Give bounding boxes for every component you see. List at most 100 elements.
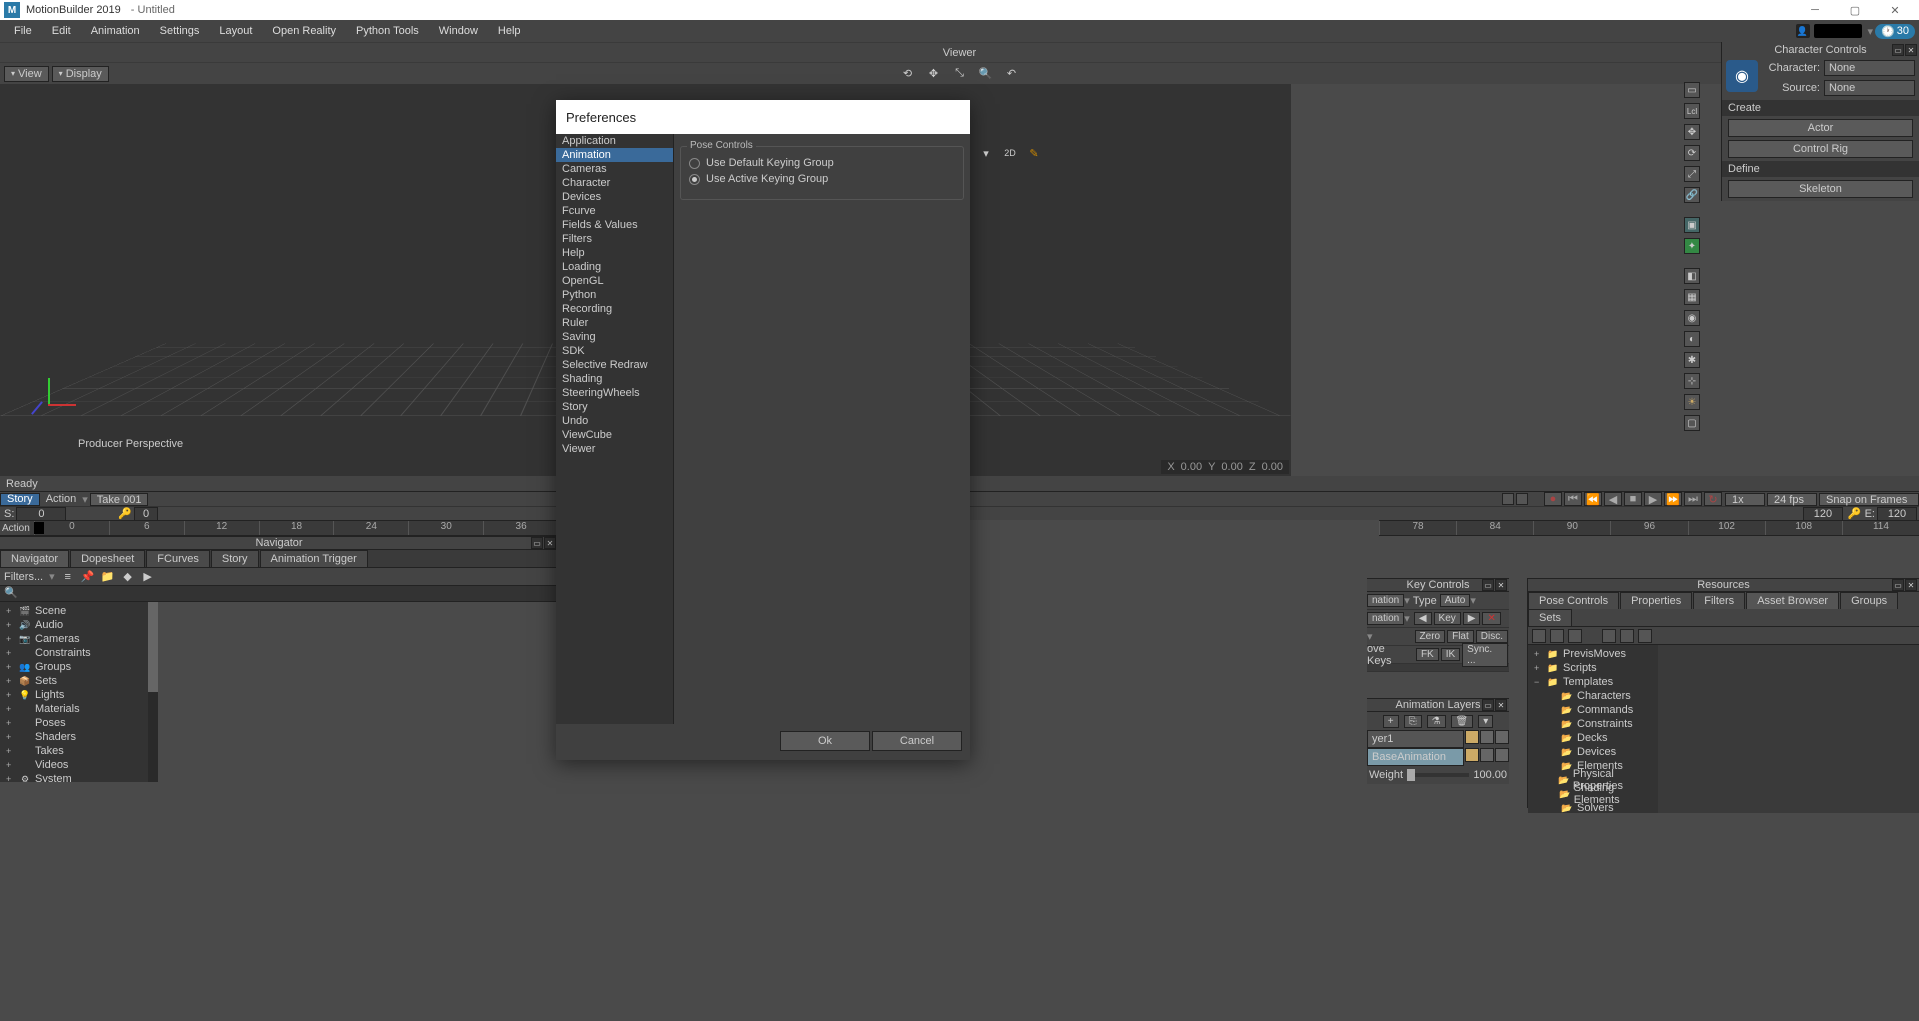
menu-animation[interactable]: Animation [81, 23, 150, 39]
asset-item-scripts[interactable]: +📁Scripts [1528, 661, 1658, 675]
star-icon[interactable]: ✱ [1684, 352, 1700, 368]
current-frame-field[interactable]: 0 [134, 507, 158, 521]
close-button[interactable]: ✕ [1875, 0, 1915, 20]
tree-item-poses[interactable]: +Poses [0, 716, 148, 730]
scrollbar[interactable] [148, 602, 158, 782]
del-key-button[interactable]: ✕ [1482, 612, 1500, 625]
layer-solo-icon[interactable] [1465, 748, 1479, 762]
tab-filters[interactable]: Filters [1693, 592, 1745, 609]
panel-dock-icon[interactable]: ▭ [1892, 44, 1904, 56]
menu-python-tools[interactable]: Python Tools [346, 23, 429, 39]
pan-icon[interactable]: ✥ [925, 65, 943, 83]
brush-icon[interactable]: ✎ [1025, 144, 1043, 162]
tab-properties[interactable]: Properties [1620, 592, 1692, 609]
source-dropdown[interactable]: None [1824, 80, 1915, 96]
menu-settings[interactable]: Settings [150, 23, 210, 39]
wireframe-icon[interactable]: ▦ [1684, 289, 1700, 305]
pref-cat-ruler[interactable]: Ruler [556, 316, 673, 330]
tab-asset-browser[interactable]: Asset Browser [1746, 592, 1839, 609]
layer1-row[interactable]: yer1 [1367, 730, 1464, 748]
skeleton-button[interactable]: Skeleton [1728, 180, 1913, 198]
timeline-layout2-icon[interactable] [1516, 493, 1528, 505]
start-frame-field[interactable]: 0 [16, 507, 66, 521]
tab-dopesheet[interactable]: Dopesheet [70, 550, 145, 567]
list-view-icon[interactable]: ≡ [61, 570, 75, 584]
timeline-layout1-icon[interactable] [1502, 493, 1514, 505]
tree-item-system[interactable]: +⚙System [0, 772, 148, 782]
stop-button[interactable]: ■ [1624, 492, 1642, 506]
pref-cat-shading[interactable]: Shading [556, 372, 673, 386]
actor-button[interactable]: Actor [1728, 119, 1913, 137]
pref-cat-animation[interactable]: Animation [556, 148, 673, 162]
view-small-icon[interactable] [1620, 629, 1634, 643]
select-tool-icon[interactable]: ▭ [1684, 82, 1700, 98]
tree-item-groups[interactable]: +👥Groups [0, 660, 148, 674]
disc-button[interactable]: Disc. [1476, 630, 1508, 643]
cancel-button[interactable]: Cancel [872, 731, 962, 751]
go-end-button[interactable]: ⏭ [1684, 492, 1702, 506]
flat-button[interactable]: Flat [1447, 630, 1474, 643]
merge-layer-icon[interactable]: ⚗ [1427, 715, 1446, 728]
add-layer-icon[interactable]: + [1383, 715, 1399, 728]
snap-config-icon[interactable]: ▾ [977, 144, 995, 162]
pref-cat-selective-redraw[interactable]: Selective Redraw [556, 358, 673, 372]
tree-item-takes[interactable]: +Takes [0, 744, 148, 758]
pref-cat-python[interactable]: Python [556, 288, 673, 302]
nav-left-icon[interactable]: ◆ [121, 570, 135, 584]
pref-cat-character[interactable]: Character [556, 176, 673, 190]
lcl-tool-icon[interactable]: Lcl [1684, 103, 1700, 119]
tab-fcurves[interactable]: FCurves [146, 550, 210, 567]
asset-item-prevismoves[interactable]: +📁PrevisMoves [1528, 647, 1658, 661]
dup-layer-icon[interactable]: ⎘ [1404, 715, 1422, 728]
pref-cat-saving[interactable]: Saving [556, 330, 673, 344]
fk-button[interactable]: FK [1416, 648, 1439, 661]
menu-edit[interactable]: Edit [42, 23, 81, 39]
asset-item-devices[interactable]: 📂Devices [1528, 745, 1658, 759]
pin-icon[interactable]: 📌 [81, 570, 95, 584]
pref-cat-fields-values[interactable]: Fields & Values [556, 218, 673, 232]
panel-close-icon[interactable]: ✕ [1495, 699, 1507, 711]
character-tool-icon[interactable]: ✦ [1684, 238, 1700, 254]
speed-dropdown[interactable]: 1x [1725, 493, 1765, 506]
panel-close-icon[interactable]: ✕ [1495, 579, 1507, 591]
go-start-button[interactable]: ⏮ [1564, 492, 1582, 506]
zero-button[interactable]: Zero [1415, 630, 1446, 643]
pref-cat-help[interactable]: Help [556, 246, 673, 260]
pref-cat-story[interactable]: Story [556, 400, 673, 414]
panel-dock-icon[interactable]: ▭ [1482, 699, 1494, 711]
menu-open-reality[interactable]: Open Reality [262, 23, 346, 39]
tree-item-audio[interactable]: +🔊Audio [0, 618, 148, 632]
maximize-button[interactable]: ▢ [1835, 0, 1875, 20]
action-tab[interactable]: Action [40, 493, 83, 505]
pref-cat-steeringwheels[interactable]: SteeringWheels [556, 386, 673, 400]
user-icon[interactable]: 👤 [1796, 24, 1810, 38]
play-button[interactable]: ▶ [1644, 492, 1662, 506]
play-back-button[interactable]: ◀ [1604, 492, 1622, 506]
filters-button[interactable]: Filters... [4, 571, 43, 583]
scene-tree[interactable]: +🎬Scene+🔊Audio+📷Cameras+Constraints+👥Gro… [0, 602, 148, 782]
pref-cat-fcurve[interactable]: Fcurve [556, 204, 673, 218]
panel-dock-icon[interactable]: ▭ [1482, 579, 1494, 591]
panel-close-icon[interactable]: ✕ [1905, 579, 1917, 591]
move-tool-icon[interactable]: ✥ [1684, 124, 1700, 140]
ik-button[interactable]: IK [1441, 648, 1460, 661]
panel-dock-icon[interactable]: ▭ [531, 537, 543, 549]
orbit-icon[interactable]: ⟲ [899, 65, 917, 83]
take-dropdown[interactable]: Take 001 [90, 493, 149, 506]
preferences-category-list[interactable]: ApplicationAnimationCamerasCharacterDevi… [556, 134, 674, 724]
asset-item-constraints[interactable]: 📂Constraints [1528, 717, 1658, 731]
type-dropdown[interactable]: Auto [1440, 594, 1471, 607]
asset-item-templates[interactable]: −📁Templates [1528, 675, 1658, 689]
layer-mute-icon[interactable] [1480, 730, 1494, 744]
xray-icon[interactable]: ◉ [1684, 310, 1700, 326]
view-tree-icon[interactable] [1532, 629, 1546, 643]
ok-button[interactable]: Ok [780, 731, 870, 751]
snap-dropdown[interactable]: Snap on Frames [1819, 493, 1919, 506]
pref-cat-viewer[interactable]: Viewer [556, 442, 673, 456]
step-fwd-button[interactable]: ⏩ [1664, 492, 1682, 506]
rotate-tool-icon[interactable]: ⟳ [1684, 145, 1700, 161]
pref-cat-opengl[interactable]: OpenGL [556, 274, 673, 288]
bounds-icon[interactable]: ▢ [1684, 415, 1700, 431]
view-dropdown[interactable]: ▾View [4, 66, 49, 82]
asset-tree[interactable]: +📁PrevisMoves+📁Scripts−📁Templates📂Charac… [1528, 645, 1658, 813]
